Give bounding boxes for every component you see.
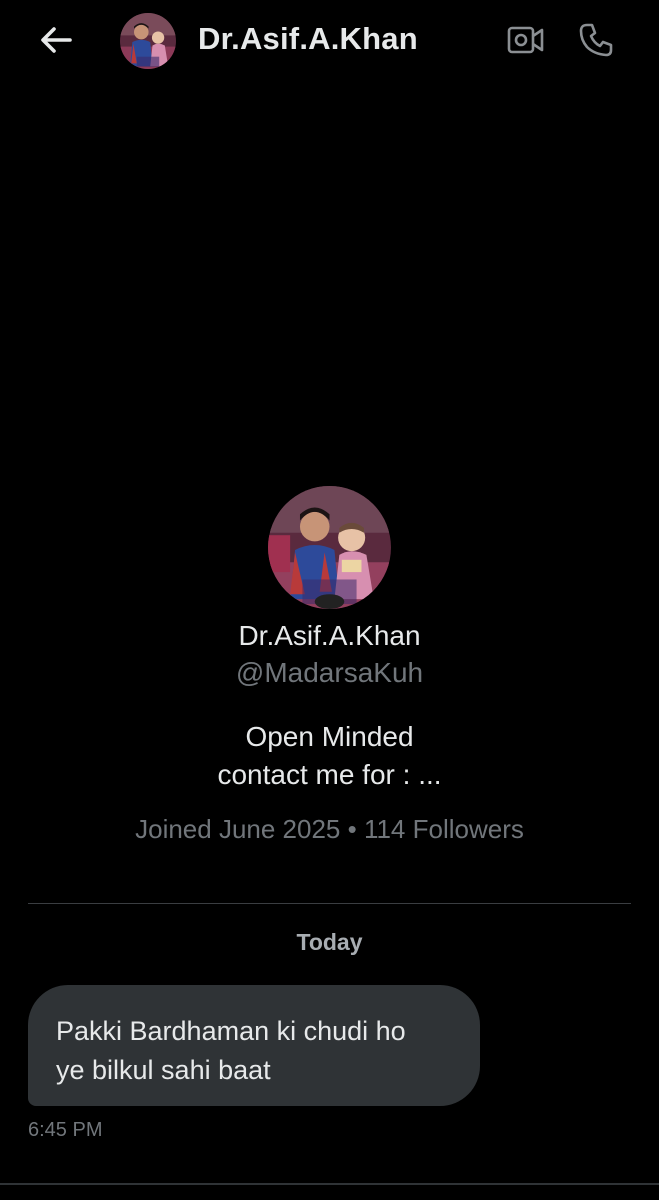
profile-avatar[interactable] — [268, 486, 391, 609]
chat-header: Dr.Asif.A.Khan — [0, 0, 659, 82]
video-call-button[interactable] — [504, 20, 548, 60]
conversation-title: Dr.Asif.A.Khan — [198, 21, 418, 56]
avatar[interactable] — [120, 13, 176, 69]
profile-meta: Joined June 2025 • 114 Followers — [135, 814, 524, 844]
message-text-line: ye bilkul sahi baat — [56, 1055, 271, 1085]
date-separator: Today — [296, 929, 363, 955]
composer-divider — [0, 1183, 659, 1185]
profile-handle[interactable]: @MadarsaKuh — [0, 657, 659, 689]
bio-line: contact me for : ... — [217, 759, 442, 790]
bio-line: Open Minded — [245, 721, 414, 752]
divider — [28, 903, 631, 904]
phone-icon — [579, 23, 613, 57]
message-text-line: Pakki Bardhaman ki chudi ho — [56, 1016, 406, 1046]
voice-call-button[interactable] — [574, 20, 618, 60]
avatar-photo-icon — [120, 13, 176, 69]
message-bubble[interactable]: Pakki Bardhaman ki chudi ho ye bilkul sa… — [28, 985, 480, 1106]
profile-name: Dr.Asif.A.Khan — [238, 620, 421, 651]
arrow-left-icon — [41, 27, 72, 53]
message-timestamp: 6:45 PM — [28, 1119, 103, 1141]
video-call-icon — [507, 26, 544, 54]
profile-photo-icon — [268, 486, 391, 609]
back-button[interactable] — [36, 22, 76, 58]
profile-bio: Open Minded contact me for : ... — [0, 718, 659, 794]
